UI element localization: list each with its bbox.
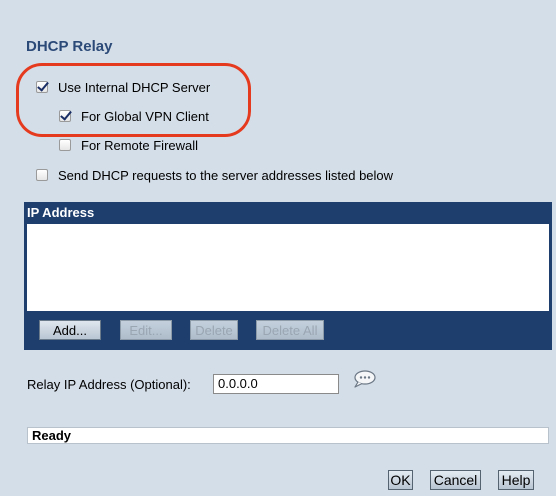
status-bar: Ready — [27, 427, 549, 444]
global-vpn-client-option[interactable]: For Global VPN Client — [59, 107, 209, 125]
ip-address-list[interactable] — [27, 224, 549, 311]
delete-all-button[interactable]: Delete All — [256, 320, 324, 340]
use-internal-dhcp-checkbox[interactable] — [36, 81, 48, 93]
edit-button[interactable]: Edit... — [120, 320, 172, 340]
cancel-button[interactable]: Cancel — [430, 470, 481, 490]
remote-firewall-checkbox[interactable] — [59, 139, 71, 151]
remote-firewall-option[interactable]: For Remote Firewall — [59, 136, 198, 154]
use-internal-dhcp-option[interactable]: Use Internal DHCP Server — [36, 78, 210, 96]
use-internal-dhcp-label: Use Internal DHCP Server — [58, 79, 211, 95]
send-dhcp-requests-option[interactable]: Send DHCP requests to the server address… — [36, 166, 393, 184]
delete-button[interactable]: Delete — [190, 320, 238, 340]
ip-address-column-header: IP Address — [27, 205, 95, 220]
send-dhcp-requests-label: Send DHCP requests to the server address… — [58, 167, 394, 183]
relay-ip-label: Relay IP Address (Optional): — [27, 377, 191, 392]
add-button[interactable]: Add... — [39, 320, 101, 340]
ip-address-panel: IP Address Add... Edit... Delete Delete … — [24, 202, 552, 350]
global-vpn-client-checkbox[interactable] — [59, 110, 71, 122]
relay-ip-input[interactable]: 0.0.0.0 — [213, 374, 339, 394]
ok-button[interactable]: OK — [388, 470, 413, 490]
global-vpn-client-label: For Global VPN Client — [81, 108, 209, 124]
help-button[interactable]: Help — [498, 470, 534, 490]
send-dhcp-requests-checkbox[interactable] — [36, 169, 48, 181]
dialog-title: DHCP Relay — [26, 38, 113, 55]
speech-bubble-icon[interactable] — [352, 370, 376, 388]
highlight-ring — [16, 63, 251, 137]
remote-firewall-label: For Remote Firewall — [81, 137, 199, 153]
